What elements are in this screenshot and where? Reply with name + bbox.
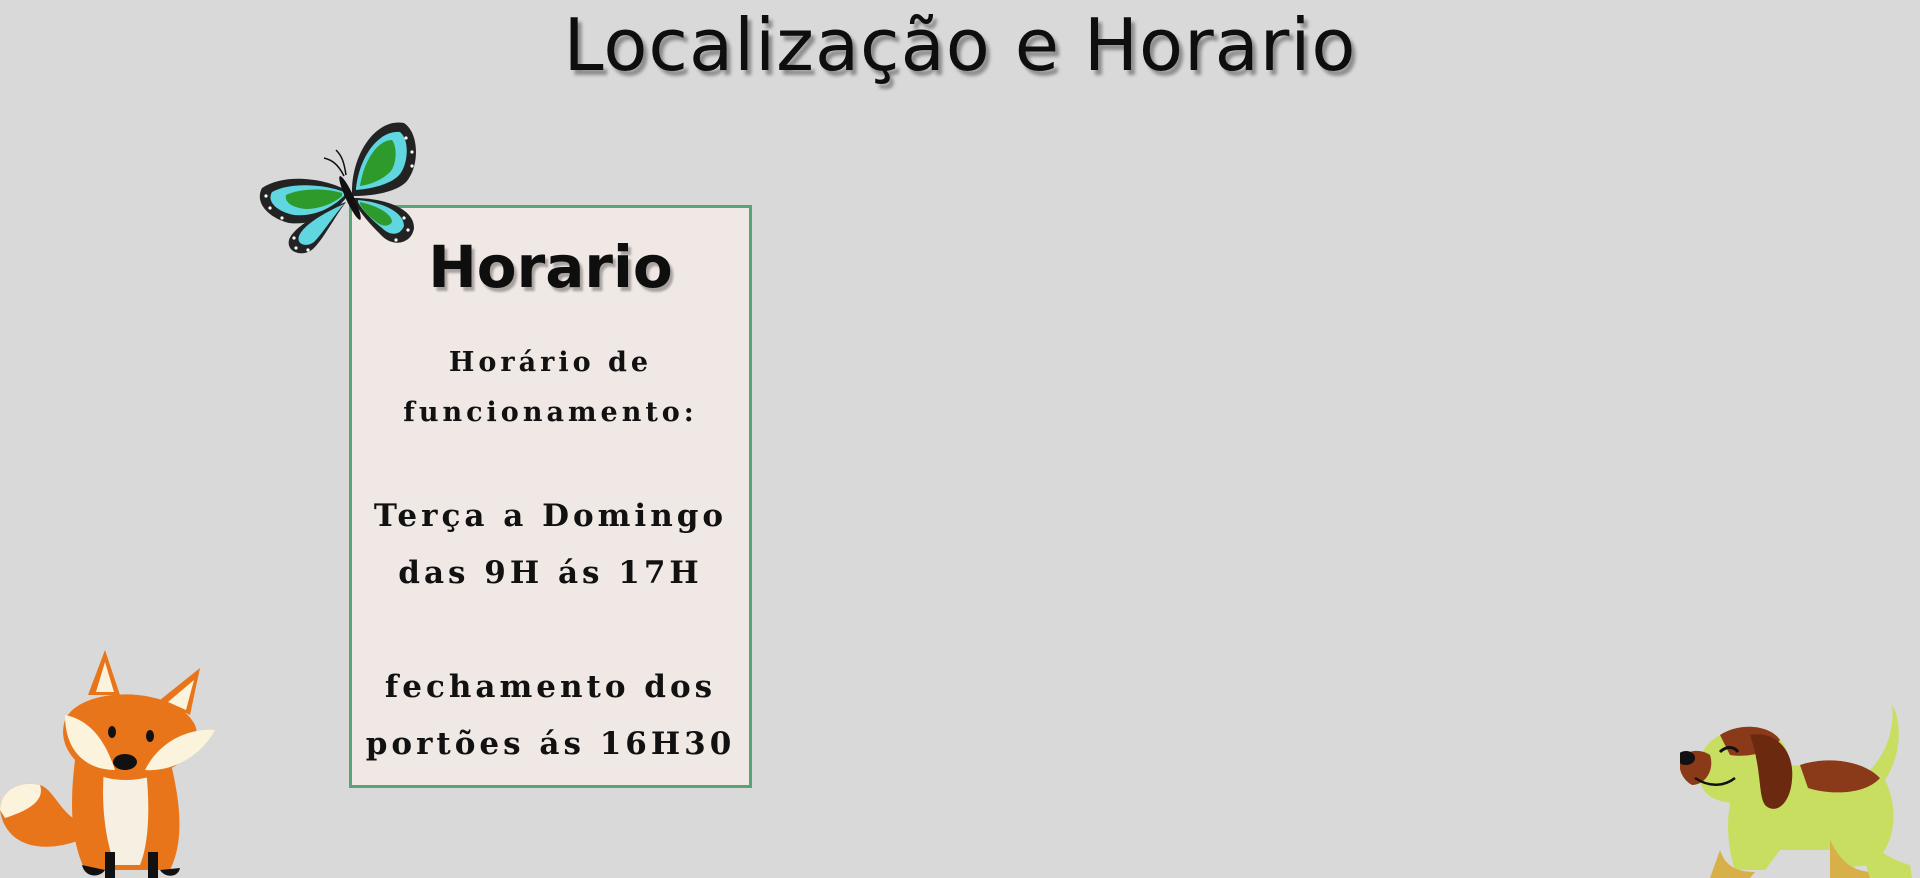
- opening-hours-label-line2: funcionamento:: [403, 397, 698, 428]
- gate-closing-line2: portões ás 16H30: [365, 726, 736, 762]
- dog-icon: [1680, 705, 1912, 878]
- opening-time-text: das 9H ás 17H: [398, 555, 703, 591]
- hours-card: Horario Horário de funcionamento: Terça …: [349, 205, 752, 788]
- page: Localização e Horario Horario Horário de…: [0, 0, 1920, 878]
- page-title: Localização e Horario: [563, 3, 1357, 87]
- gate-closing: fechamento dos portões ás 16H30: [352, 659, 749, 773]
- opening-days-text: Terça a Domingo: [373, 498, 728, 534]
- gate-closing-line1: fechamento dos: [384, 669, 717, 705]
- opening-hours-label-line1: Horário de: [448, 347, 653, 378]
- opening-days: Terça a Domingo das 9H ás 17H: [352, 488, 749, 602]
- fox-icon: [0, 650, 215, 878]
- butterfly-icon: [259, 122, 416, 254]
- opening-hours-label: Horário de funcionamento:: [352, 338, 749, 438]
